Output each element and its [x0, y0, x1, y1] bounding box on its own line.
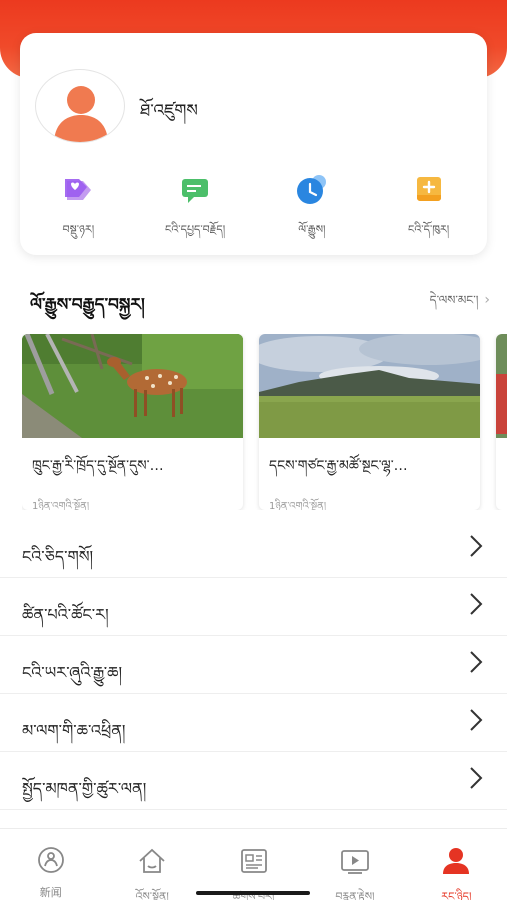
nav-label: རང་ཉིད། — [441, 890, 472, 900]
settings-menu: ངའི་ཅིད་གསོ། ཚིན་པའི་ཚོང་ར། ངའི་ཡར་ཞུའི་… — [0, 520, 507, 810]
chevron-right-icon — [470, 709, 483, 731]
chevron-right-icon — [470, 767, 483, 789]
nav-label: 新闻 — [39, 886, 62, 899]
history-section-title: ལོ་རྒྱུས་བརྒྱུད་བསྐྱར། — [30, 295, 145, 315]
quick-actions: བསྡུ་ཉར། ངའི་དཔྱད་བརྗོད། ལོ་རྒྱུས། ངའི་ད… — [20, 173, 487, 248]
collect-label: བསྡུ་ཉར། — [62, 223, 95, 236]
history-more-link[interactable]: དེ་ལས་མང་། › — [430, 287, 490, 321]
avatar[interactable] — [35, 69, 125, 143]
my-comments-button[interactable]: ངའི་དཔྱད་བརྗོད། — [137, 173, 254, 248]
home-indicator — [196, 891, 310, 895]
history-label: ལོ་རྒྱུས། — [298, 223, 326, 236]
nav-tab-newspaper[interactable]: ཚགས་པར། — [203, 829, 304, 900]
menu-item-label: སྤྱོད་མཁན་གྱི་ཚུར་ལན། — [22, 779, 147, 798]
nav-label: བརྙན་རྟེས། — [335, 890, 375, 900]
history-card-title: དངས་གཙང་རྒྱ་མཚོ་སྔང་ལྷ་… — [269, 458, 408, 474]
avatar-person-icon — [54, 86, 108, 142]
history-clock-icon — [296, 175, 326, 204]
history-more-label: དེ་ལས་མང་། — [429, 293, 479, 307]
history-card[interactable]: དངས་གཙང་རྒྱ་མཚོ་སྔང་ལྷ་… 1ཉིན་འགའི་སྔོན། — [259, 334, 480, 510]
nav-tab-video[interactable]: བརྙན་རྟེས། — [304, 829, 405, 900]
profile-card: ཐོ་འཛུགས བསྡུ་ཉར། ངའི་དཔྱད་བརྗོད། ལོ་རྒྱ… — [20, 33, 487, 255]
username[interactable]: ཐོ་འཛུགས — [140, 91, 198, 139]
history-card-meta: 1ཉིན་འགའི་སྔོན། — [32, 501, 90, 510]
chevron-right-icon: › — [484, 292, 490, 308]
my-comments-label: ངའི་དཔྱད་བརྗོད། — [164, 223, 226, 236]
nav-tab-news[interactable]: 新闻 — [0, 829, 101, 900]
history-card-title: ཁྲུང་རྒྱ་རི་ཁྲོད་དུ་སྔོན་དུས་… — [32, 458, 164, 474]
bottom-nav: 新闻 འོས་སྟོན། ཚགས་པར། བརྙན་རྟེས། རང་ཉིད། — [0, 828, 507, 900]
video-icon — [341, 850, 369, 874]
nav-tab-profile[interactable]: རང་ཉིད། — [406, 829, 507, 900]
menu-item-feedback[interactable]: སྤྱོད་མཁན་གྱི་ཚུར་ལན། — [0, 752, 507, 810]
news-icon — [37, 847, 64, 873]
history-card-meta: 1ཉིན་འགའི་སྔོན། — [269, 501, 327, 510]
menu-item-system-messages[interactable]: མ་ལག་གི་ཆ་འཕྲིན། — [0, 694, 507, 752]
newspaper-icon — [240, 849, 267, 873]
follow-plus-icon — [416, 177, 441, 201]
nav-label: འོས་སྟོན། — [135, 890, 169, 900]
menu-item-my-tools[interactable]: ངའི་ཅིད་གསོ། — [0, 520, 507, 578]
nav-tab-home[interactable]: འོས་སྟོན། — [101, 829, 202, 900]
profile-icon — [443, 848, 470, 874]
my-follows-label: ངའི་དོ་ཁུར། — [407, 223, 450, 236]
chevron-right-icon — [470, 651, 483, 673]
history-section-header: ལོ་རྒྱུས་བརྒྱུད་བསྐྱར། དེ་ལས་མང་། › — [30, 283, 490, 315]
menu-item-my-submissions[interactable]: ངའི་ཡར་ཞུའི་རྒྱུ་ཆ། — [0, 636, 507, 694]
partial-photo-image — [496, 334, 507, 438]
history-carousel[interactable]: ཁྲུང་རྒྱ་རི་ཁྲོད་དུ་སྔོན་དུས་… 1ཉིན་འགའི… — [22, 334, 507, 510]
collect-button[interactable]: བསྡུ་ཉར། — [20, 173, 137, 248]
heart-collect-icon — [65, 179, 92, 200]
landscape-photo-image — [259, 334, 480, 438]
deer-photo-image — [22, 334, 243, 438]
history-card[interactable]: ཁྲུང་རྒྱ་རི་ཁྲོད་དུ་སྔོན་དུས་… 1ཉིན་འགའི… — [22, 334, 243, 510]
chevron-right-icon — [470, 593, 483, 615]
my-follows-button[interactable]: ངའི་དོ་ཁུར། — [370, 173, 487, 248]
chevron-right-icon — [470, 535, 483, 557]
history-button[interactable]: ལོ་རྒྱུས། — [254, 173, 371, 248]
menu-item-shop[interactable]: ཚིན་པའི་ཚོང་ར། — [0, 578, 507, 636]
home-icon — [139, 848, 165, 873]
history-card[interactable] — [496, 334, 507, 510]
comment-icon — [182, 179, 209, 203]
